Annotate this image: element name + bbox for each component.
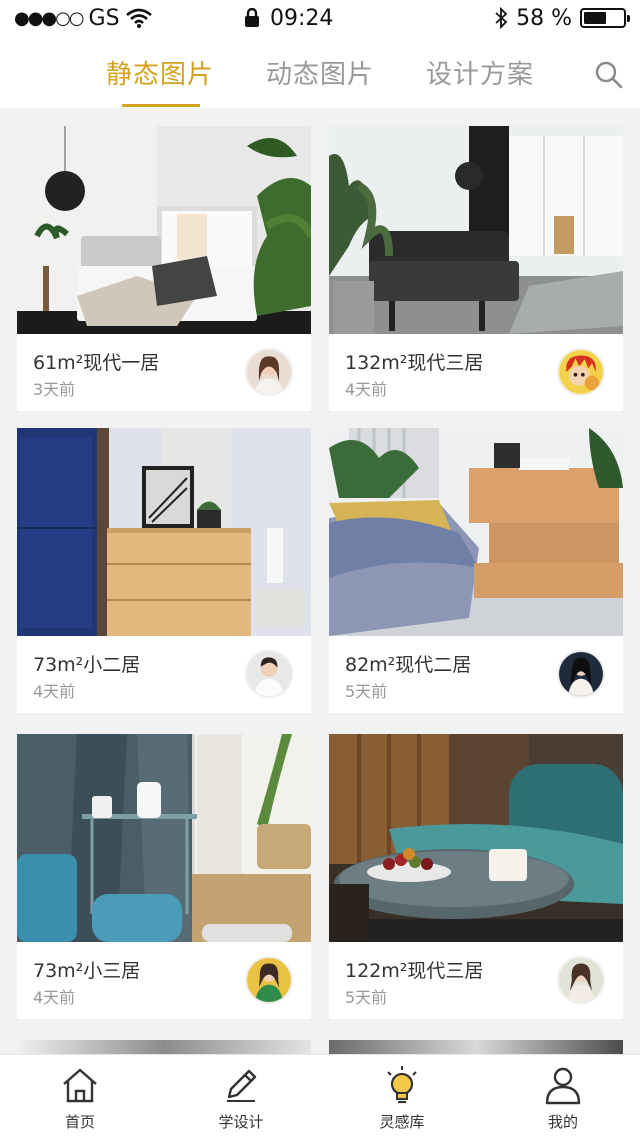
lightbulb-icon (387, 1066, 417, 1104)
room-photo (17, 734, 311, 942)
card-title: 73m²小二居 (33, 654, 141, 676)
inspiration-card[interactable]: 73m²小三居 4天前 (17, 734, 311, 1019)
status-bar: ●●●○○ GS 09:24 58 % (0, 0, 640, 36)
card-time: 5天前 (345, 682, 388, 701)
bluetooth-icon (495, 7, 508, 29)
card-title: 122m²现代三居 (345, 960, 484, 982)
battery-icon (580, 8, 630, 28)
card-time: 4天前 (33, 988, 76, 1007)
room-photo (17, 126, 311, 334)
home-icon (63, 1068, 97, 1103)
inspiration-card[interactable]: 73m²小二居 4天前 (17, 428, 311, 713)
card-title: 132m²现代三居 (345, 352, 484, 374)
tab-design-plans[interactable]: 设计方案 (426, 54, 534, 91)
wifi-icon (125, 8, 152, 28)
room-photo (329, 428, 623, 636)
nav-label: 首页 (64, 1113, 95, 1131)
next-card-peek (17, 1040, 311, 1054)
top-tab-bar: 静态图片 动态图片 设计方案 (0, 36, 640, 108)
avatar[interactable] (245, 956, 293, 1004)
card-time: 3天前 (33, 380, 76, 399)
battery-level (584, 12, 607, 24)
active-tab-indicator (122, 104, 200, 107)
bottom-nav: 首页 学设计 灵感库 我的 (0, 1054, 640, 1138)
avatar[interactable] (245, 650, 293, 698)
avatar[interactable] (245, 348, 293, 396)
inspiration-card[interactable]: 122m²现代三居 5天前 (329, 734, 623, 1019)
inspiration-card[interactable]: 132m²现代三居 4天前 (329, 126, 623, 411)
avatar[interactable] (557, 650, 605, 698)
lock-icon (245, 8, 259, 27)
card-title: 73m²小三居 (33, 960, 141, 982)
inspiration-grid: 61m²现代一居 3天前 132m²现代三居 4天前 73m²小二居 4天前 8… (0, 108, 640, 1054)
room-photo (329, 126, 623, 334)
room-photo (329, 734, 623, 942)
battery-percent: 58 % (516, 5, 572, 31)
avatar[interactable] (557, 348, 605, 396)
nav-home[interactable]: 首页 (20, 1055, 140, 1138)
carrier-name: GS (88, 5, 120, 31)
card-title: 61m²现代一居 (33, 352, 160, 374)
card-time: 4天前 (33, 682, 76, 701)
inspiration-card[interactable]: 82m²现代二居 5天前 (329, 428, 623, 713)
card-title: 82m²现代二居 (345, 654, 472, 676)
user-icon (545, 1067, 581, 1105)
nav-label: 学设计 (218, 1113, 264, 1131)
nav-inspiration[interactable]: 灵感库 (342, 1055, 462, 1138)
inspiration-card[interactable]: 61m²现代一居 3天前 (17, 126, 311, 411)
next-card-peek (329, 1040, 623, 1054)
room-photo (17, 428, 311, 636)
card-time: 4天前 (345, 380, 388, 399)
tab-animated-images[interactable]: 动态图片 (266, 54, 374, 91)
nav-label: 我的 (547, 1113, 578, 1131)
search-icon[interactable] (594, 60, 624, 90)
clock: 09:24 (270, 5, 334, 31)
card-time: 5天前 (345, 988, 388, 1007)
tab-static-images[interactable]: 静态图片 (106, 54, 214, 91)
nav-profile[interactable]: 我的 (503, 1055, 623, 1138)
nav-label: 灵感库 (379, 1113, 425, 1131)
avatar[interactable] (557, 956, 605, 1004)
signal-strength: ●●●○○ (14, 7, 85, 29)
nav-learn-design[interactable]: 学设计 (181, 1055, 301, 1138)
pencil-icon (227, 1069, 257, 1102)
